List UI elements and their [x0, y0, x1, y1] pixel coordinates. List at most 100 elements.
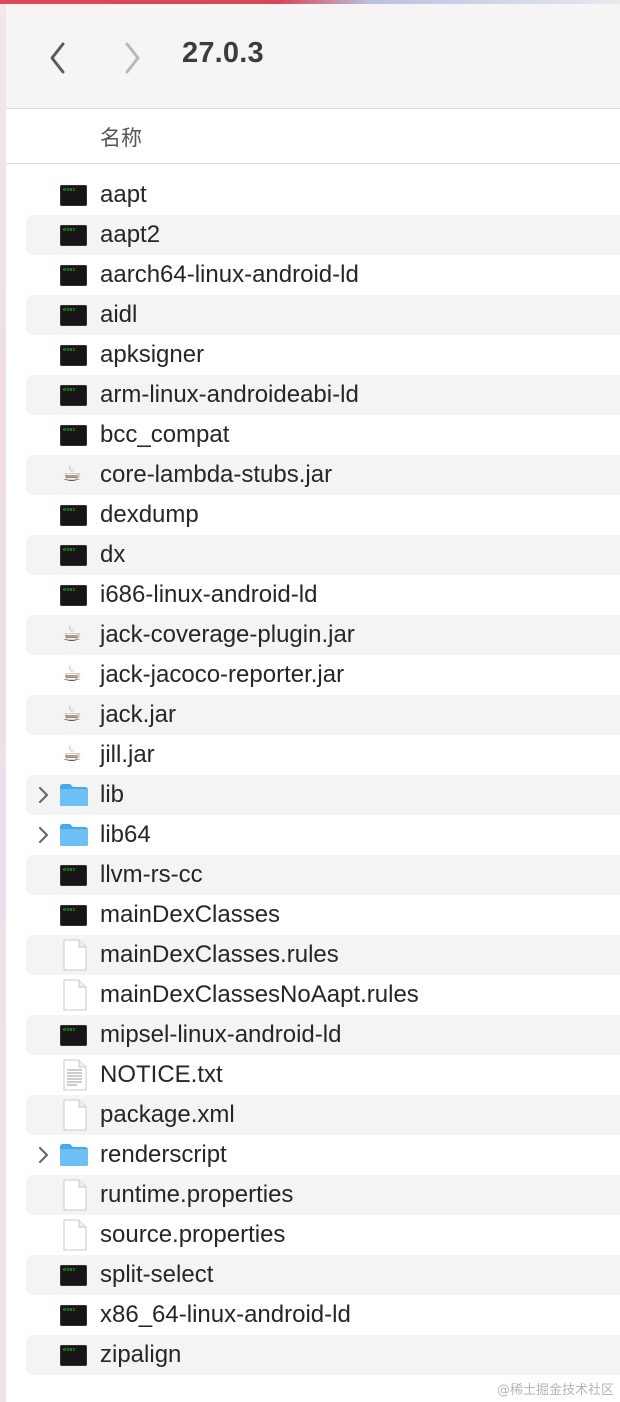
- file-name-label: lib: [100, 781, 125, 808]
- list-column-header[interactable]: 名称: [6, 109, 620, 164]
- terminal-exec-icon: exec: [59, 902, 89, 928]
- file-name-label: jack-coverage-plugin.jar: [100, 621, 355, 648]
- folder-icon: [59, 782, 89, 808]
- file-row-llvm-rs-cc[interactable]: exec llvm-rs-cc: [26, 855, 620, 895]
- terminal-exec-icon: exec: [59, 422, 89, 448]
- folder-icon: [59, 1142, 89, 1168]
- file-row-package-xml[interactable]: package.xml: [26, 1095, 620, 1135]
- terminal-exec-icon: exec: [59, 262, 89, 288]
- watermark: @稀土掘金技术社区: [496, 1383, 614, 1398]
- file-list: exec aapt exec aapt2 exec aarch64-linux-andro…: [26, 175, 620, 1375]
- document-icon: [59, 1179, 89, 1211]
- terminal-exec-icon: exec: [59, 1022, 89, 1048]
- file-row-bcc-compat[interactable]: exec bcc_compat: [26, 415, 620, 455]
- file-row-renderscript[interactable]: renderscript: [26, 1135, 620, 1175]
- terminal-exec-icon: exec: [59, 182, 89, 208]
- file-row-arm-linux-androideabi-ld[interactable]: exec arm-linux-androideabi-ld: [26, 375, 620, 415]
- file-row-core-lambda-stubs-jar[interactable]: ☕ core-lambda-stubs.jar: [26, 455, 620, 495]
- file-row-source-properties[interactable]: source.properties: [26, 1215, 620, 1255]
- file-name-label: core-lambda-stubs.jar: [100, 461, 333, 488]
- document-icon: [59, 1219, 89, 1251]
- forward-button[interactable]: [118, 40, 146, 76]
- file-name-label: source.properties: [100, 1221, 286, 1248]
- document-icon: [59, 979, 89, 1011]
- file-row-zipalign[interactable]: exec zipalign: [26, 1335, 620, 1375]
- file-name-label: i686-linux-android-ld: [100, 581, 318, 608]
- file-row-runtime-properties[interactable]: runtime.properties: [26, 1175, 620, 1215]
- file-row-dx[interactable]: exec dx: [26, 535, 620, 575]
- terminal-exec-icon: exec: [59, 342, 89, 368]
- file-row-maindexclasses-rules[interactable]: mainDexClasses.rules: [26, 935, 620, 975]
- chevron-right-icon: [38, 786, 49, 804]
- file-name-label: mainDexClassesNoAapt.rules: [100, 981, 419, 1008]
- file-row-lib[interactable]: lib: [26, 775, 620, 815]
- file-row-apksigner[interactable]: exec apksigner: [26, 335, 620, 375]
- name-column-header[interactable]: 名称: [100, 122, 142, 152]
- file-row-jack-coverage-plugin-jar[interactable]: ☕ jack-coverage-plugin.jar: [26, 615, 620, 655]
- java-jar-icon: ☕: [62, 662, 82, 687]
- file-name-label: split-select: [100, 1261, 214, 1288]
- file-name-label: arm-linux-androideabi-ld: [100, 381, 359, 408]
- file-name-label: lib64: [100, 821, 151, 848]
- file-row-split-select[interactable]: exec split-select: [26, 1255, 620, 1295]
- file-name-label: mipsel-linux-android-ld: [100, 1021, 342, 1048]
- file-name-label: jack.jar: [100, 701, 177, 728]
- chevron-right-icon: [38, 826, 49, 844]
- document-icon: [59, 1099, 89, 1131]
- file-row-maindexclasses[interactable]: exec mainDexClasses: [26, 895, 620, 935]
- file-row-jill-jar[interactable]: ☕ jill.jar: [26, 735, 620, 775]
- file-name-label: mainDexClasses: [100, 901, 281, 928]
- file-name-label: llvm-rs-cc: [100, 861, 203, 888]
- java-jar-icon: ☕: [62, 462, 82, 487]
- file-name-label: apksigner: [100, 341, 205, 368]
- file-row-lib64[interactable]: lib64: [26, 815, 620, 855]
- file-name-label: jill.jar: [100, 741, 155, 768]
- document-icon: [59, 939, 89, 971]
- file-row-mipsel-linux-android-ld[interactable]: exec mipsel-linux-android-ld: [26, 1015, 620, 1055]
- java-jar-icon: ☕: [62, 622, 82, 647]
- terminal-exec-icon: exec: [59, 1302, 89, 1328]
- terminal-exec-icon: exec: [59, 1342, 89, 1368]
- file-row-aidl[interactable]: exec aidl: [26, 295, 620, 335]
- back-button[interactable]: [44, 40, 72, 76]
- file-name-label: dexdump: [100, 501, 199, 528]
- file-row-x86-64-linux-android-ld[interactable]: exec x86_64-linux-android-ld: [26, 1295, 620, 1335]
- file-name-label: mainDexClasses.rules: [100, 941, 339, 968]
- disclosure-triangle[interactable]: [36, 1145, 50, 1165]
- terminal-exec-icon: exec: [59, 1262, 89, 1288]
- terminal-exec-icon: exec: [59, 502, 89, 528]
- file-name-label: aapt: [100, 181, 147, 208]
- file-name-label: renderscript: [100, 1141, 227, 1168]
- java-jar-icon: ☕: [62, 702, 82, 727]
- finder-toolbar: 27.0.3: [6, 4, 620, 109]
- file-name-label: aidl: [100, 301, 138, 328]
- terminal-exec-icon: exec: [59, 862, 89, 888]
- file-row-jack-jar[interactable]: ☕ jack.jar: [26, 695, 620, 735]
- file-row-notice-txt[interactable]: NOTICE.txt: [26, 1055, 620, 1095]
- file-name-label: dx: [100, 541, 126, 568]
- file-name-label: aapt2: [100, 221, 161, 248]
- file-name-label: x86_64-linux-android-ld: [100, 1301, 351, 1328]
- chevron-right-icon: [125, 42, 140, 74]
- terminal-exec-icon: exec: [59, 222, 89, 248]
- file-row-maindexclassesnoaapt-rules[interactable]: mainDexClassesNoAapt.rules: [26, 975, 620, 1015]
- file-row-dexdump[interactable]: exec dexdump: [26, 495, 620, 535]
- file-row-aapt2[interactable]: exec aapt2: [26, 215, 620, 255]
- file-name-label: package.xml: [100, 1101, 235, 1128]
- file-row-aarch64-linux-android-ld[interactable]: exec aarch64-linux-android-ld: [26, 255, 620, 295]
- file-name-label: aarch64-linux-android-ld: [100, 261, 359, 288]
- disclosure-triangle[interactable]: [36, 825, 50, 845]
- terminal-exec-icon: exec: [59, 542, 89, 568]
- file-row-aapt[interactable]: exec aapt: [26, 175, 620, 215]
- java-jar-icon: ☕: [62, 742, 82, 767]
- text-document-icon: [59, 1059, 89, 1091]
- file-row-i686-linux-android-ld[interactable]: exec i686-linux-android-ld: [26, 575, 620, 615]
- file-row-jack-jacoco-reporter-jar[interactable]: ☕ jack-jacoco-reporter.jar: [26, 655, 620, 695]
- terminal-exec-icon: exec: [59, 582, 89, 608]
- folder-icon: [59, 822, 89, 848]
- chevron-left-icon: [50, 42, 65, 74]
- terminal-exec-icon: exec: [59, 382, 89, 408]
- terminal-exec-icon: exec: [59, 302, 89, 328]
- folder-title: 27.0.3: [182, 37, 264, 69]
- disclosure-triangle[interactable]: [36, 785, 50, 805]
